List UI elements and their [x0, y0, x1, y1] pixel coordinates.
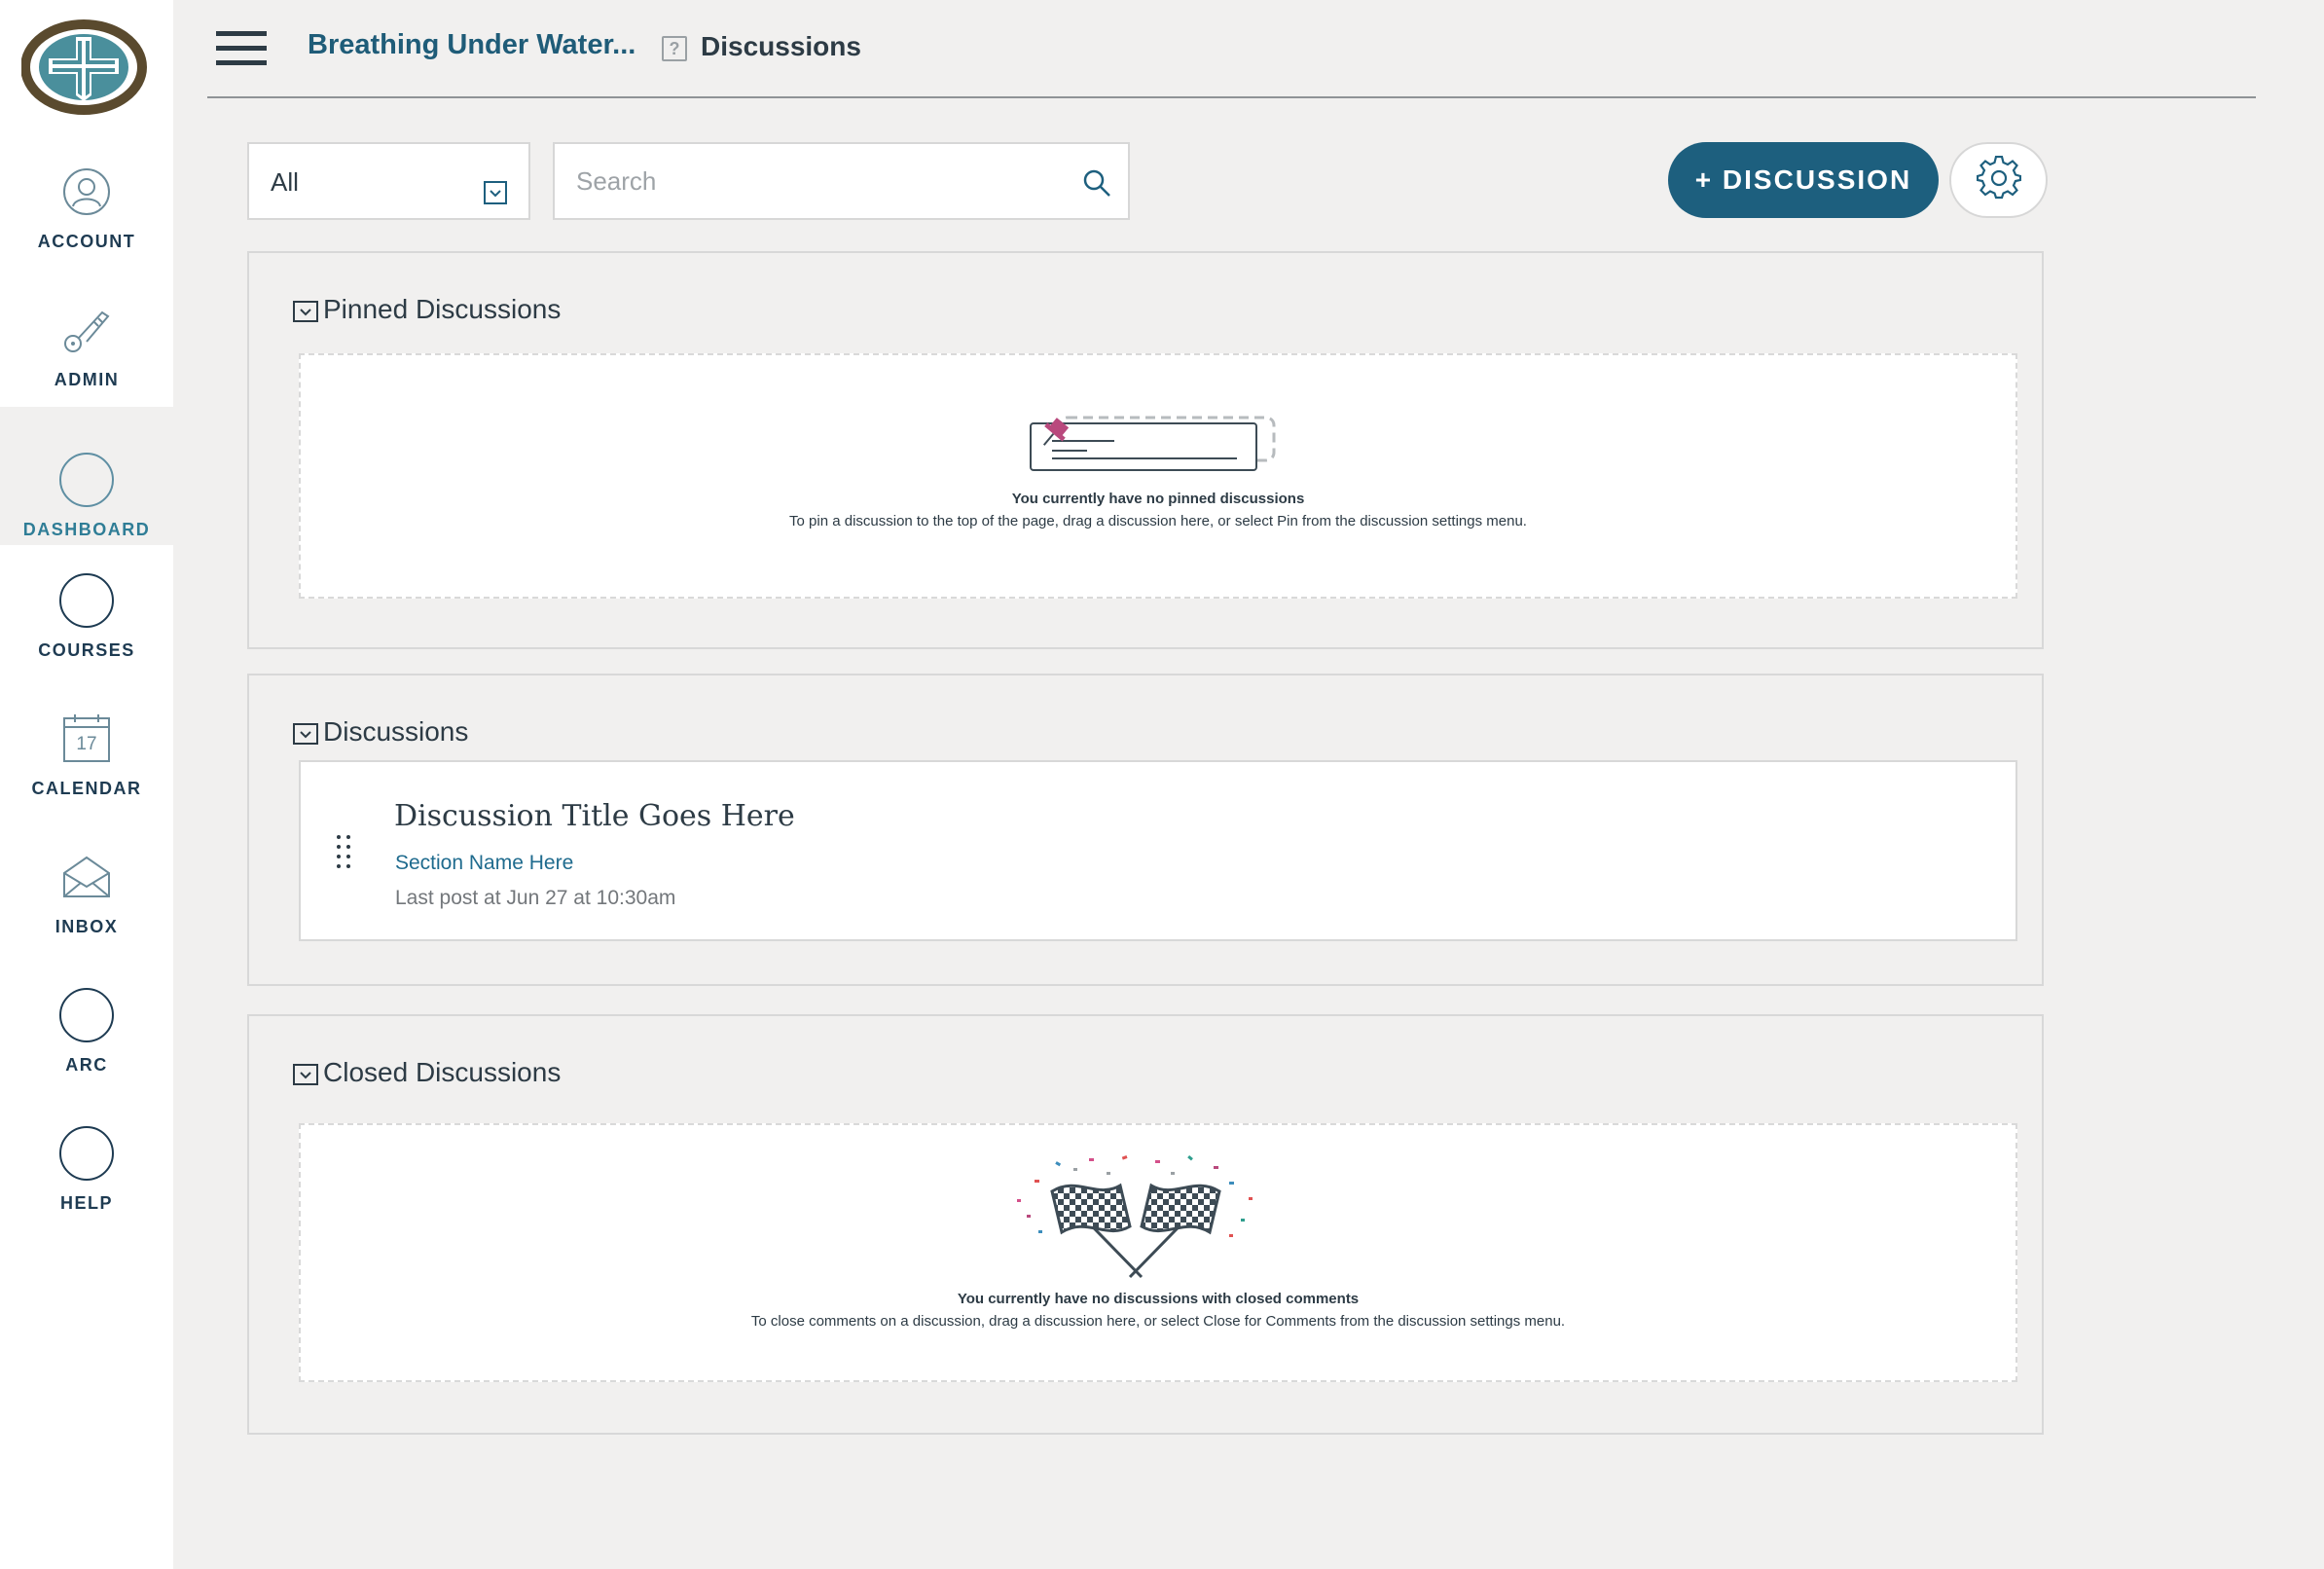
closed-dropzone[interactable]: You currently have no discussions with c…: [299, 1123, 2017, 1382]
discussions-panel: Discussions Discussion Title Goes Here S…: [247, 674, 2044, 986]
nav-account[interactable]: ACCOUNT: [0, 142, 173, 280]
closed-discussions-toggle[interactable]: Closed Discussions: [292, 1057, 561, 1088]
calendar-day: 17: [76, 734, 97, 754]
courses-icon: [58, 572, 115, 629]
closed-empty-title: You currently have no discussions with c…: [957, 1291, 1360, 1307]
collapse-toggle-icon: [292, 718, 319, 746]
page-header: Breathing Under Water... ? Discussions: [207, 0, 2256, 98]
account-icon: [58, 164, 115, 220]
drag-handle-icon[interactable]: [336, 834, 351, 869]
discussion-last-post: Last post at Jun 27 at 10:30am: [395, 887, 676, 909]
nav-account-label: ACCOUNT: [37, 232, 136, 251]
arc-icon: [58, 987, 115, 1043]
pinned-empty-description: To pin a discussion to the top of the pa…: [789, 513, 1527, 529]
nav-courses-label: COURSES: [38, 640, 135, 660]
search-icon[interactable]: [1081, 167, 1112, 199]
nav-inbox[interactable]: INBOX: [0, 827, 173, 966]
help-icon: [58, 1125, 115, 1182]
checkered-flags-icon: [999, 1152, 1272, 1281]
pinned-discussions-title: Pinned Discussions: [323, 294, 562, 324]
collapse-toggle-icon: [292, 296, 319, 323]
nav-courses[interactable]: COURSES: [0, 551, 173, 689]
pinned-dropzone[interactable]: You currently have no pinned discussions…: [299, 353, 2017, 599]
pinned-discussions-panel: Pinned Discussions You currently have no…: [247, 251, 2044, 649]
key-icon: [58, 302, 115, 358]
discussions-toggle[interactable]: Discussions: [292, 716, 468, 748]
discussion-settings-button[interactable]: [1949, 142, 2048, 218]
discussion-filter-select[interactable]: All: [247, 142, 530, 220]
institution-logo[interactable]: [20, 19, 148, 115]
nav-dashboard[interactable]: DASHBOARD: [0, 407, 173, 545]
nav-arc[interactable]: ARC: [0, 966, 173, 1104]
discussion-section-link[interactable]: Section Name Here: [395, 852, 573, 875]
collapse-toggle-icon: [292, 1059, 319, 1086]
nav-admin-label: ADMIN: [54, 370, 120, 389]
discussion-row[interactable]: Discussion Title Goes Here Section Name …: [299, 760, 2017, 941]
closed-discussions-title: Closed Discussions: [323, 1057, 562, 1087]
filter-selected-value: All: [271, 167, 299, 197]
breadcrumb-course[interactable]: Breathing Under Water...: [308, 29, 635, 61]
inbox-icon: [58, 849, 115, 905]
page-title: Discussions: [701, 31, 861, 61]
discussions-title: Discussions: [323, 716, 469, 747]
nav-inbox-label: INBOX: [54, 917, 119, 936]
nav-calendar-label: CALENDAR: [31, 779, 142, 798]
nav-calendar[interactable]: 17 CALENDAR: [0, 689, 173, 827]
search-input[interactable]: [555, 144, 1128, 218]
discussion-title-link[interactable]: Discussion Title Goes Here: [394, 799, 795, 833]
calendar-icon: 17: [58, 711, 115, 767]
search-box: [553, 142, 1130, 220]
add-discussion-button[interactable]: + DISCUSSION: [1668, 142, 1939, 218]
nav-arc-label: ARC: [65, 1055, 108, 1075]
closed-empty-description: To close comments on a discussion, drag …: [750, 1313, 1566, 1330]
hamburger-menu-icon[interactable]: [216, 31, 267, 66]
nav-admin[interactable]: ADMIN: [0, 280, 173, 419]
nav-dashboard-label: DASHBOARD: [22, 520, 151, 539]
global-nav: ACCOUNT ADMIN DASHBOARD COURSES 17 CALEN…: [0, 0, 173, 1569]
breadcrumb-separator-icon: ?: [662, 36, 687, 61]
pinned-empty-illustration: [1017, 414, 1280, 476]
dashboard-icon: [58, 452, 115, 508]
gear-icon: [1976, 155, 2021, 205]
pinned-empty-title: You currently have no pinned discussions: [1011, 491, 1305, 507]
nav-help[interactable]: HELP: [0, 1104, 173, 1242]
pinned-discussions-toggle[interactable]: Pinned Discussions: [292, 294, 561, 325]
chevron-down-icon: [484, 181, 507, 204]
nav-help-label: HELP: [59, 1193, 113, 1213]
closed-discussions-panel: Closed Discussions You currently have no…: [247, 1014, 2044, 1435]
